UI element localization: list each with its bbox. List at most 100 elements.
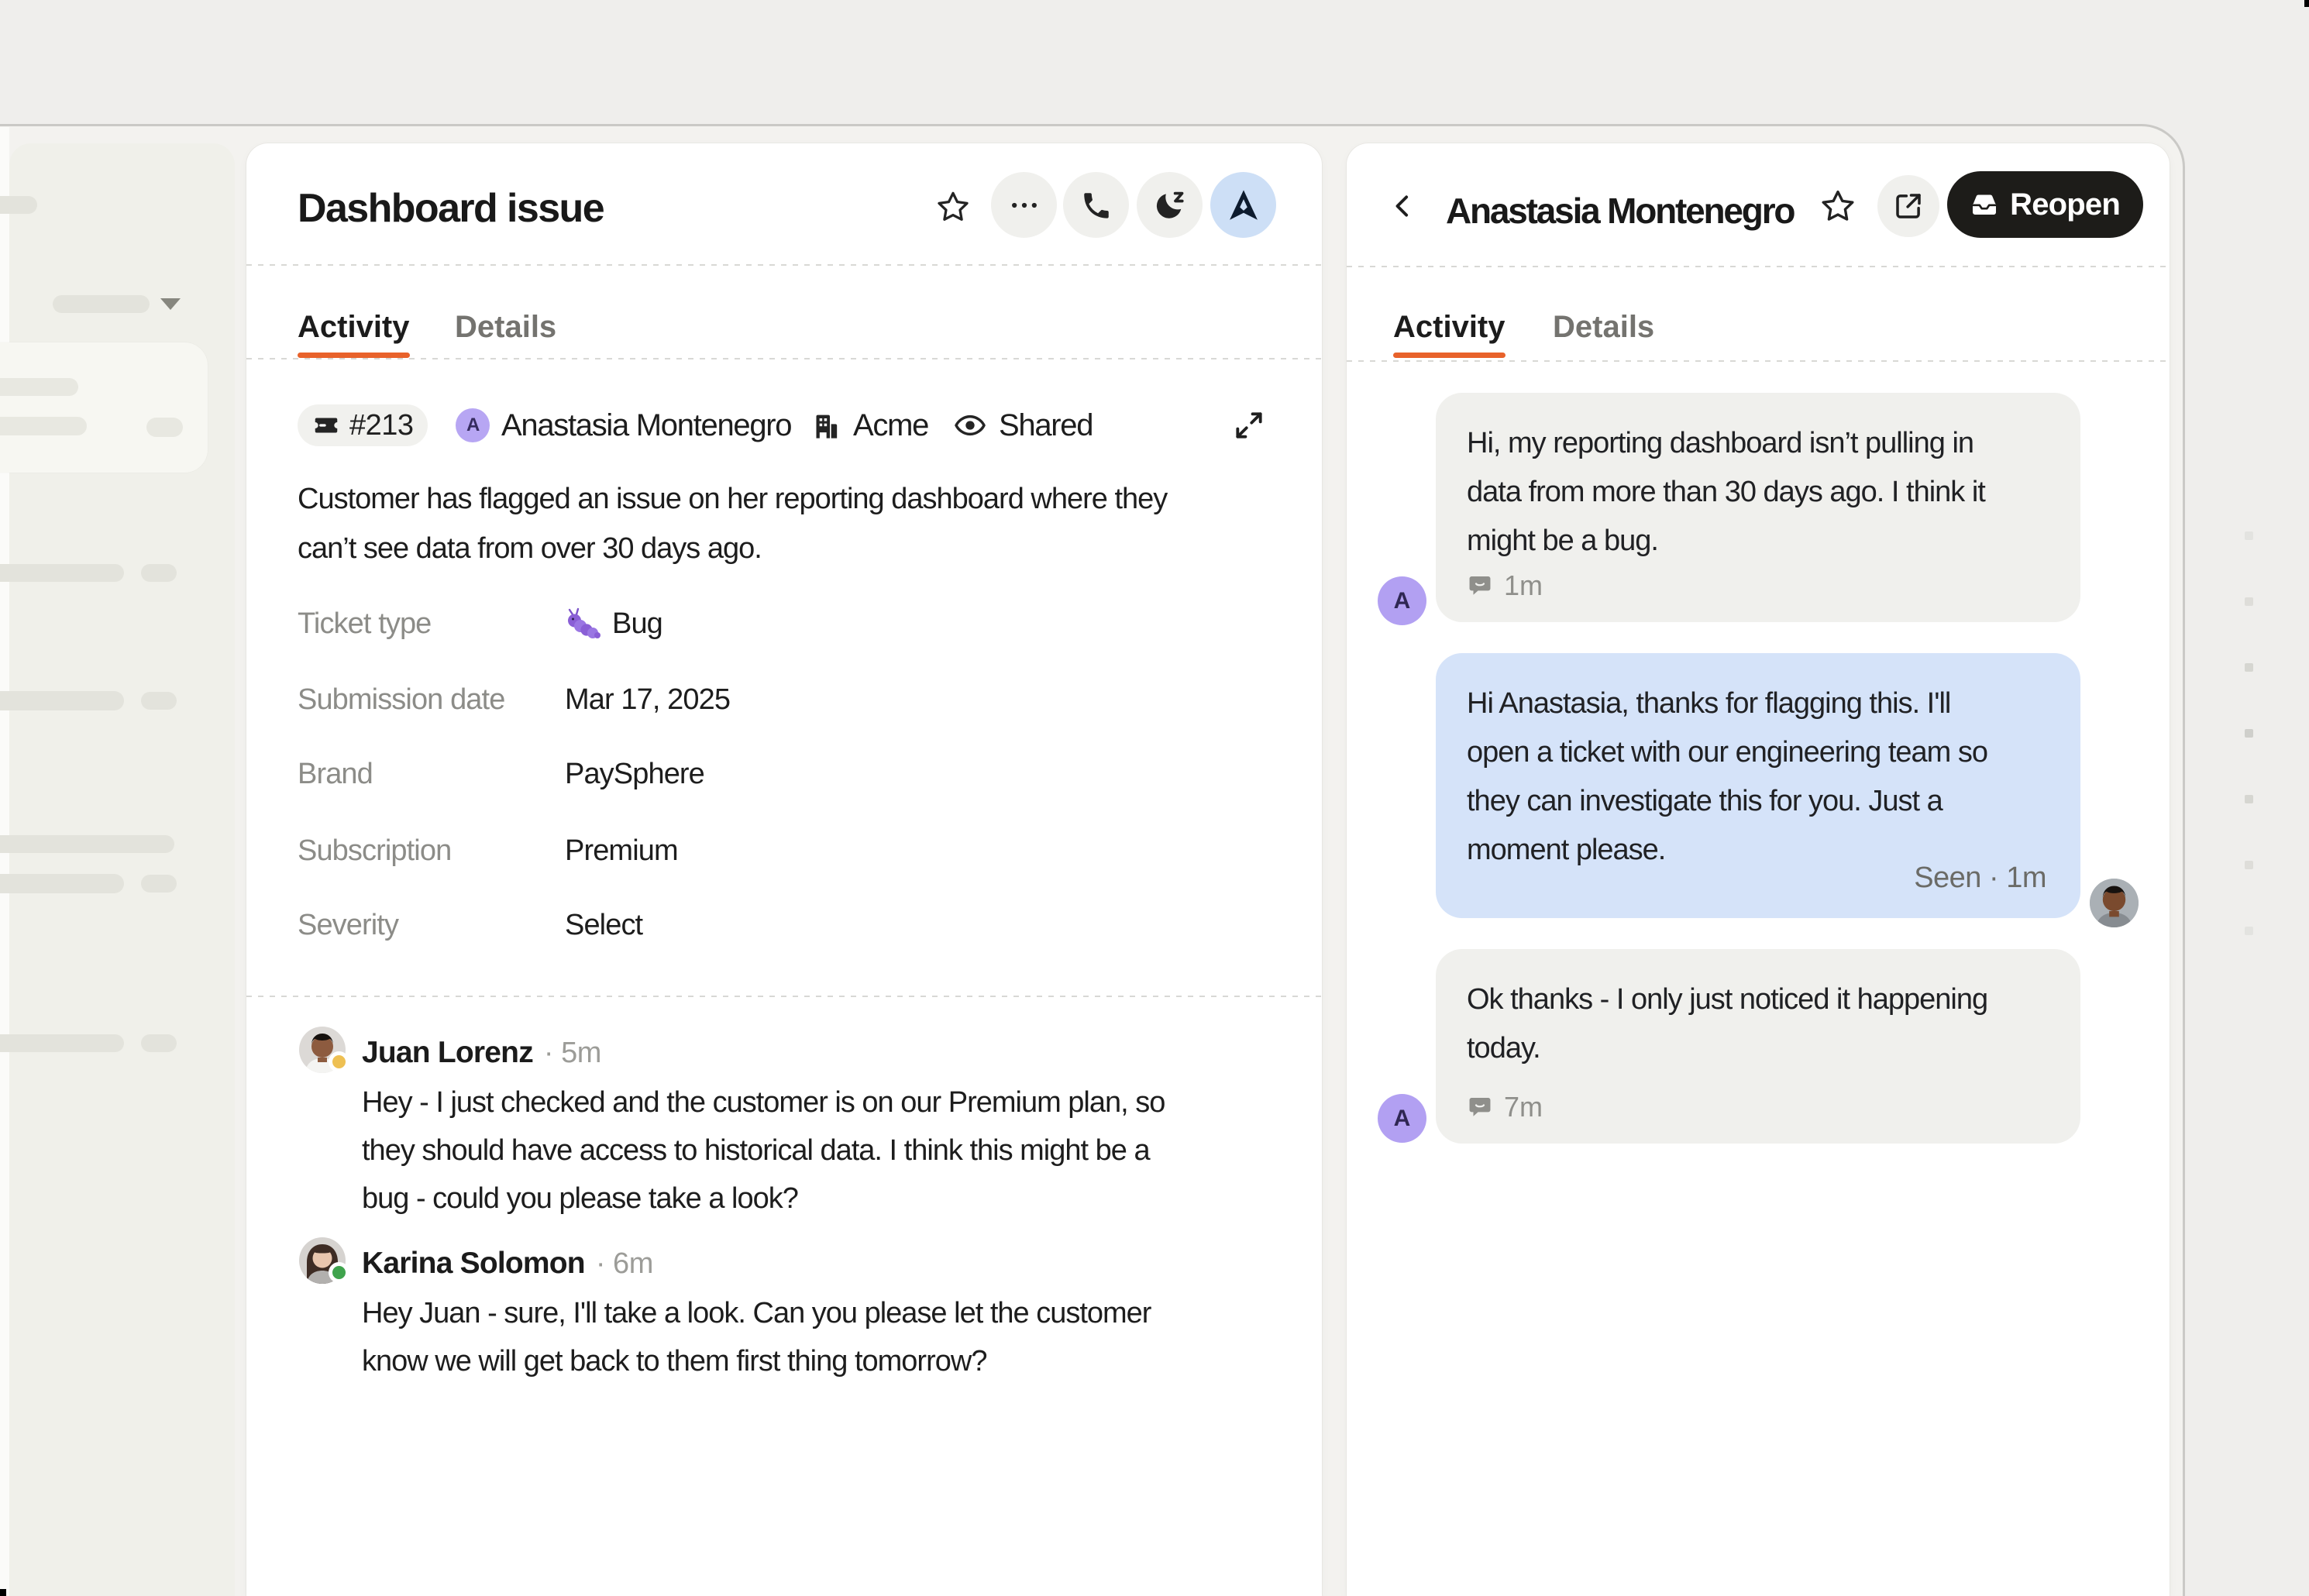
avatar-customer: A — [1378, 1094, 1426, 1143]
message-text: Ok thanks - I only just noticed it happe… — [1467, 975, 2049, 1073]
dot — [2245, 861, 2253, 869]
skeleton-bar — [0, 835, 174, 853]
comment-karina: Karina Solomon · 6m Hey Juan - sure, I'l… — [298, 1237, 1275, 1392]
separator — [246, 264, 1322, 266]
requester-name: Anastasia Montenegro — [501, 408, 791, 443]
requester-chip[interactable]: A Anastasia Montenegro — [456, 404, 791, 446]
skeleton-bar — [0, 417, 87, 435]
skeleton-bar — [53, 295, 150, 313]
message-bubble-customer: Ok thanks - I only just noticed it happe… — [1436, 949, 2080, 1144]
comment-author: Karina Solomon — [362, 1247, 585, 1281]
skeleton-pill — [141, 564, 177, 582]
expand-button[interactable] — [1232, 408, 1266, 442]
dot — [2245, 663, 2253, 672]
chevron-down-icon — [160, 298, 181, 310]
sidebar-skeleton — [9, 143, 235, 1596]
tab-details[interactable]: Details — [1553, 310, 1654, 345]
comment-juan: Juan Lorenz · 5m Hey - I just checked an… — [298, 1027, 1275, 1220]
field-label: Severity — [298, 909, 398, 942]
comment-time: · 6m — [596, 1247, 653, 1281]
separator — [1347, 360, 2170, 362]
back-button[interactable] — [1375, 178, 1431, 234]
separator — [246, 358, 1322, 359]
ellipsis-icon — [1007, 188, 1041, 222]
field-row-ticket-type: Ticket type Bug — [298, 600, 1271, 648]
comment-text: Hey Juan - sure, I'll take a look. Can y… — [362, 1289, 1253, 1385]
comment-header: Karina Solomon · 6m — [362, 1247, 653, 1281]
dot — [2245, 531, 2253, 540]
assistant-logo-icon — [1224, 186, 1263, 225]
skeleton-pill — [141, 692, 177, 710]
snooze-moon-icon — [1153, 188, 1187, 222]
comment-text: Hey - I just checked and the customer is… — [362, 1078, 1253, 1223]
eye-icon — [953, 408, 987, 442]
message-time: 7m — [1504, 1091, 1543, 1123]
skeleton-pill — [141, 1034, 177, 1052]
visibility-chip[interactable]: Shared — [953, 404, 1093, 446]
snooze-button[interactable] — [1137, 172, 1203, 238]
status-away-dot — [329, 1051, 349, 1072]
avatar-customer: A — [1378, 576, 1426, 625]
dot — [2245, 795, 2253, 803]
tab-details[interactable]: Details — [455, 310, 556, 345]
phone-icon — [1080, 189, 1113, 222]
star-button[interactable] — [1819, 187, 1856, 225]
field-value-text[interactable]: Mar 17, 2025 — [565, 683, 730, 717]
skeleton-bar — [0, 691, 124, 710]
separator — [1347, 266, 2170, 267]
more-options-button[interactable] — [991, 172, 1057, 238]
field-value-text[interactable]: PaySphere — [565, 758, 704, 791]
reopen-button[interactable]: Reopen — [1947, 171, 2143, 238]
chat-bubble-icon — [1467, 1094, 1493, 1120]
comment-author: Juan Lorenz — [362, 1036, 533, 1070]
field-label: Submission date — [298, 683, 504, 717]
open-external-button[interactable] — [1877, 175, 1939, 237]
message-bubble-agent: Hi Anastasia, thanks for flagging this. … — [1436, 653, 2080, 918]
screen-artifact — [0, 1589, 6, 1596]
field-value-text: Bug — [612, 607, 662, 641]
visibility-label: Shared — [999, 408, 1093, 443]
ticket-id: #213 — [349, 409, 414, 442]
conversation-panel: Anastasia Montenegro Reopen Activity Det… — [1347, 143, 2170, 1596]
field-row-brand: Brand PaySphere — [298, 750, 1271, 799]
message-bubble-customer: Hi, my reporting dashboard isn’t pulling… — [1436, 393, 2080, 622]
skeleton-bar — [0, 874, 124, 893]
call-button[interactable] — [1063, 172, 1129, 238]
message-text: Hi, my reporting dashboard isn’t pulling… — [1467, 419, 2049, 566]
field-value-text[interactable]: Premium — [565, 834, 678, 868]
field-value-select[interactable]: Select — [565, 909, 642, 942]
company-chip[interactable]: Acme — [810, 404, 928, 446]
building-icon — [810, 410, 841, 441]
dot — [2245, 729, 2253, 738]
skeleton-pill — [141, 875, 177, 893]
screen-artifact — [2304, 0, 2309, 7]
skeleton-bar — [0, 1034, 124, 1052]
ticket-id-chip[interactable]: #213 — [298, 404, 428, 446]
ticket-meta-row: #213 A Anastasia Montenegro Acme Shared — [298, 404, 1271, 446]
tab-activity[interactable]: Activity — [1393, 310, 1505, 345]
field-value-ticket-type[interactable]: Bug — [565, 607, 662, 641]
avatar-agent-photo — [2090, 879, 2139, 927]
message-text: Hi Anastasia, thanks for flagging this. … — [1467, 679, 2049, 875]
field-label: Brand — [298, 758, 373, 791]
separator — [246, 996, 1322, 997]
star-icon — [1819, 187, 1856, 225]
reopen-label: Reopen — [2010, 187, 2120, 222]
field-label: Subscription — [298, 834, 451, 868]
field-row-submission-date: Submission date Mar 17, 2025 — [298, 676, 1271, 724]
ticket-panel: Dashboard issue Activity Details — [246, 143, 1322, 1596]
avatar-agent — [2090, 879, 2139, 927]
field-row-severity: Severity Select — [298, 901, 1271, 950]
skeleton-pill — [146, 418, 183, 437]
assistant-button[interactable] — [1210, 172, 1276, 238]
company-name: Acme — [853, 408, 928, 443]
field-row-subscription: Subscription Premium — [298, 827, 1271, 875]
star-button[interactable] — [934, 188, 972, 225]
field-label: Ticket type — [298, 607, 431, 641]
tab-activity[interactable]: Activity — [298, 310, 410, 345]
skeleton-bar — [0, 196, 37, 214]
dot — [2245, 927, 2253, 935]
bug-icon — [565, 607, 600, 641]
expand-icon — [1232, 408, 1266, 442]
seen-receipt: Seen · 1m — [1914, 862, 2046, 895]
